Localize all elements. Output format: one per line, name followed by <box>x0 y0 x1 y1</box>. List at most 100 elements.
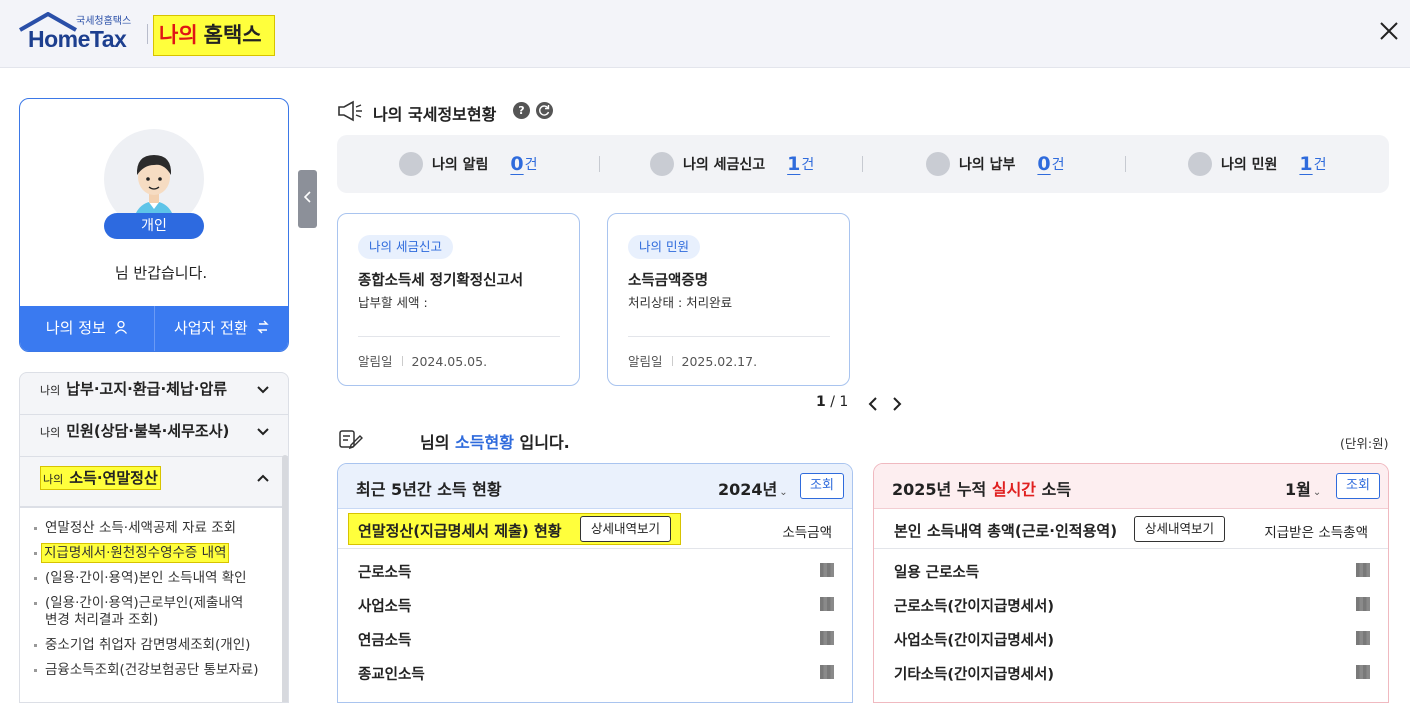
card-date: 알림일 2024.05.05. <box>358 351 487 370</box>
notification-card[interactable]: 나의 민원 소득금액증명 처리상태 : 처리완료 알림일 2025.02.17. <box>607 213 850 386</box>
page-title-part2: 홈택스 <box>203 23 262 47</box>
switch-business-button[interactable]: 사업자 전환 <box>153 306 289 351</box>
summary-unit: 건 <box>801 157 815 173</box>
year-value: 2024년 <box>718 480 778 499</box>
income-title-post: 입니다. <box>519 433 570 452</box>
month-select[interactable]: 1월 ⌄ <box>1285 476 1321 500</box>
panel-header: 2025년 누적 실시간 소득 1월 ⌄ 조회 <box>874 464 1388 509</box>
summary-unit: 건 <box>1313 157 1327 173</box>
summary-count: 1 <box>787 153 801 175</box>
card-subtitle: 처리상태 : 처리완료 <box>628 295 733 310</box>
refresh-icon[interactable] <box>536 102 553 119</box>
submenu-item[interactable]: 금융소득조회(건강보험공단 통보자료) <box>20 658 282 683</box>
row-label: 기타소득(간이지급명세서) <box>894 667 1054 683</box>
menu-prefix: 나의 <box>40 426 61 439</box>
megaphone-icon <box>338 100 362 122</box>
card-title: 소득금액증명 <box>628 273 709 289</box>
income-row: 연금소득 <box>338 621 852 655</box>
menu-civil[interactable]: 나의 민원(상담·불복·세무조사) <box>20 415 288 457</box>
income-row: 근로소득(간이지급명세서) <box>874 587 1388 621</box>
masked-value <box>1356 563 1370 577</box>
top-header: 국세청홈택스 HomeTax 나의 홈택스 <box>0 0 1410 68</box>
panel-header: 최근 5년간 소득 현황 2024년 ⌄ 조회 <box>338 464 852 509</box>
document-icon <box>1188 152 1212 176</box>
query-button[interactable]: 조회 <box>800 473 844 499</box>
pagination: 1 / 1 <box>816 394 848 410</box>
notification-card[interactable]: 나의 세금신고 종합소득세 정기확정신고서 납부할 세액 : 알림일 2024.0… <box>337 213 580 386</box>
panel-title-pre: 2025년 누적 <box>892 480 987 499</box>
summary-divider <box>1125 156 1126 172</box>
column-header-amount: 소득금액 <box>782 525 832 541</box>
help-icon[interactable]: ? <box>513 102 530 119</box>
pager-total: / 1 <box>830 394 849 410</box>
status-title: 나의 국세정보현황 <box>373 105 497 124</box>
menu-prefix: 나의 <box>40 384 61 397</box>
logo-text: HomeTax <box>28 26 127 52</box>
profile-actions: 나의 정보 사업자 전환 <box>20 306 288 351</box>
card-tag: 나의 민원 <box>628 235 700 259</box>
masked-value <box>1356 597 1370 611</box>
menu-income[interactable]: 나의 소득·연말정산 <box>20 457 288 507</box>
unit-note: (단위:원) <box>1340 436 1389 451</box>
submenu-item[interactable]: 중소기업 취업자 감면명세조회(개인) <box>20 633 282 658</box>
detail-view-button[interactable]: 상세내역보기 <box>580 516 672 542</box>
card-tag: 나의 세금신고 <box>358 235 453 259</box>
card-date-label: 알림일 <box>358 354 393 369</box>
year-end-status-label: 연말정산(지급명세서 제출) 현황 <box>358 522 562 540</box>
menu-income-highlight: 나의 소득·연말정산 <box>40 466 161 490</box>
user-type-badge: 개인 <box>104 213 204 239</box>
submenu-item-withholding[interactable]: 지급명세서·원천징수영수증 내역 <box>20 541 282 566</box>
income-total-label: 본인 소득내역 총액(근로·인적용역) <box>894 522 1118 540</box>
row-label: 사업소득 <box>358 599 412 615</box>
row-label: 연금소득 <box>358 633 412 649</box>
card-subtitle: 납부할 세액 : <box>358 295 428 310</box>
filing-icon <box>650 152 674 176</box>
panel-subheader: 연말정산(지급명세서 제출) 현황 상세내역보기 소득금액 <box>338 509 852 549</box>
row-label: 근로소득(간이지급명세서) <box>894 599 1054 615</box>
chevron-up-icon <box>257 474 269 482</box>
submenu-item[interactable]: 연말정산 소득·세액공제 자료 조회 <box>20 516 282 541</box>
card-divider <box>628 336 830 337</box>
card-date-value: 2025.02.17. <box>681 354 758 369</box>
page-title-part1: 나의 <box>159 23 198 47</box>
menu-scrollbar[interactable] <box>282 455 288 702</box>
realtime-income-panel: 2025년 누적 실시간 소득 1월 ⌄ 조회 본인 소득내역 총액(근로·인적용… <box>873 463 1389 703</box>
row-label: 근로소득 <box>358 565 412 581</box>
chevron-right-icon[interactable] <box>890 396 904 412</box>
greeting-text: 님 반갑습니다. <box>114 264 208 282</box>
income-row: 일용 근로소득 <box>874 553 1388 587</box>
summary-divider <box>599 156 600 172</box>
query-button[interactable]: 조회 <box>1336 473 1380 499</box>
summary-divider <box>862 156 863 172</box>
chevron-down-icon: ⌄ <box>1312 487 1322 498</box>
summary-notifications[interactable]: 나의 알림 0건 <box>399 135 538 193</box>
swap-icon <box>256 320 269 334</box>
year-select[interactable]: 2024년 ⌄ <box>718 476 788 500</box>
hometax-logo[interactable]: 국세청홈택스 HomeTax <box>18 12 142 52</box>
masked-value <box>820 563 834 577</box>
income-row: 기타소득(간이지급명세서) <box>874 655 1388 689</box>
menu-prefix: 나의 <box>43 473 64 486</box>
my-info-label: 나의 정보 <box>45 319 106 337</box>
submenu-item[interactable]: (일용·간이·용역)본인 소득내역 확인 <box>20 566 282 591</box>
logo-subtitle: 국세청홈택스 <box>76 16 132 27</box>
summary-payment[interactable]: 나의 납부 0건 <box>926 135 1065 193</box>
income-row: 사업소득(간이지급명세서) <box>874 621 1388 655</box>
payment-icon <box>926 152 950 176</box>
summary-civil[interactable]: 나의 민원 1건 <box>1188 135 1327 193</box>
summary-unit: 건 <box>1051 157 1065 173</box>
summary-count: 0 <box>510 153 524 175</box>
row-label: 종교인소득 <box>358 667 425 683</box>
sidebar-collapse-button[interactable] <box>298 170 317 228</box>
row-label: 일용 근로소득 <box>894 565 980 581</box>
chevron-down-icon <box>257 428 269 436</box>
card-date-label: 알림일 <box>628 354 663 369</box>
summary-tax-filing[interactable]: 나의 세금신고 1건 <box>650 135 814 193</box>
chevron-left-icon[interactable] <box>866 396 880 412</box>
detail-view-button[interactable]: 상세내역보기 <box>1134 516 1226 542</box>
close-icon[interactable] <box>1377 19 1401 43</box>
panel-subheader: 본인 소득내역 총액(근로·인적용역) 상세내역보기 지급받은 소득총액 <box>874 509 1388 549</box>
my-info-button[interactable]: 나의 정보 <box>20 306 154 351</box>
menu-payment[interactable]: 나의 납부·고지·환급·체납·압류 <box>20 373 288 415</box>
submenu-item[interactable]: (일용·간이·용역)근로부인(제출내역 변경 처리결과 조회) <box>20 591 282 633</box>
